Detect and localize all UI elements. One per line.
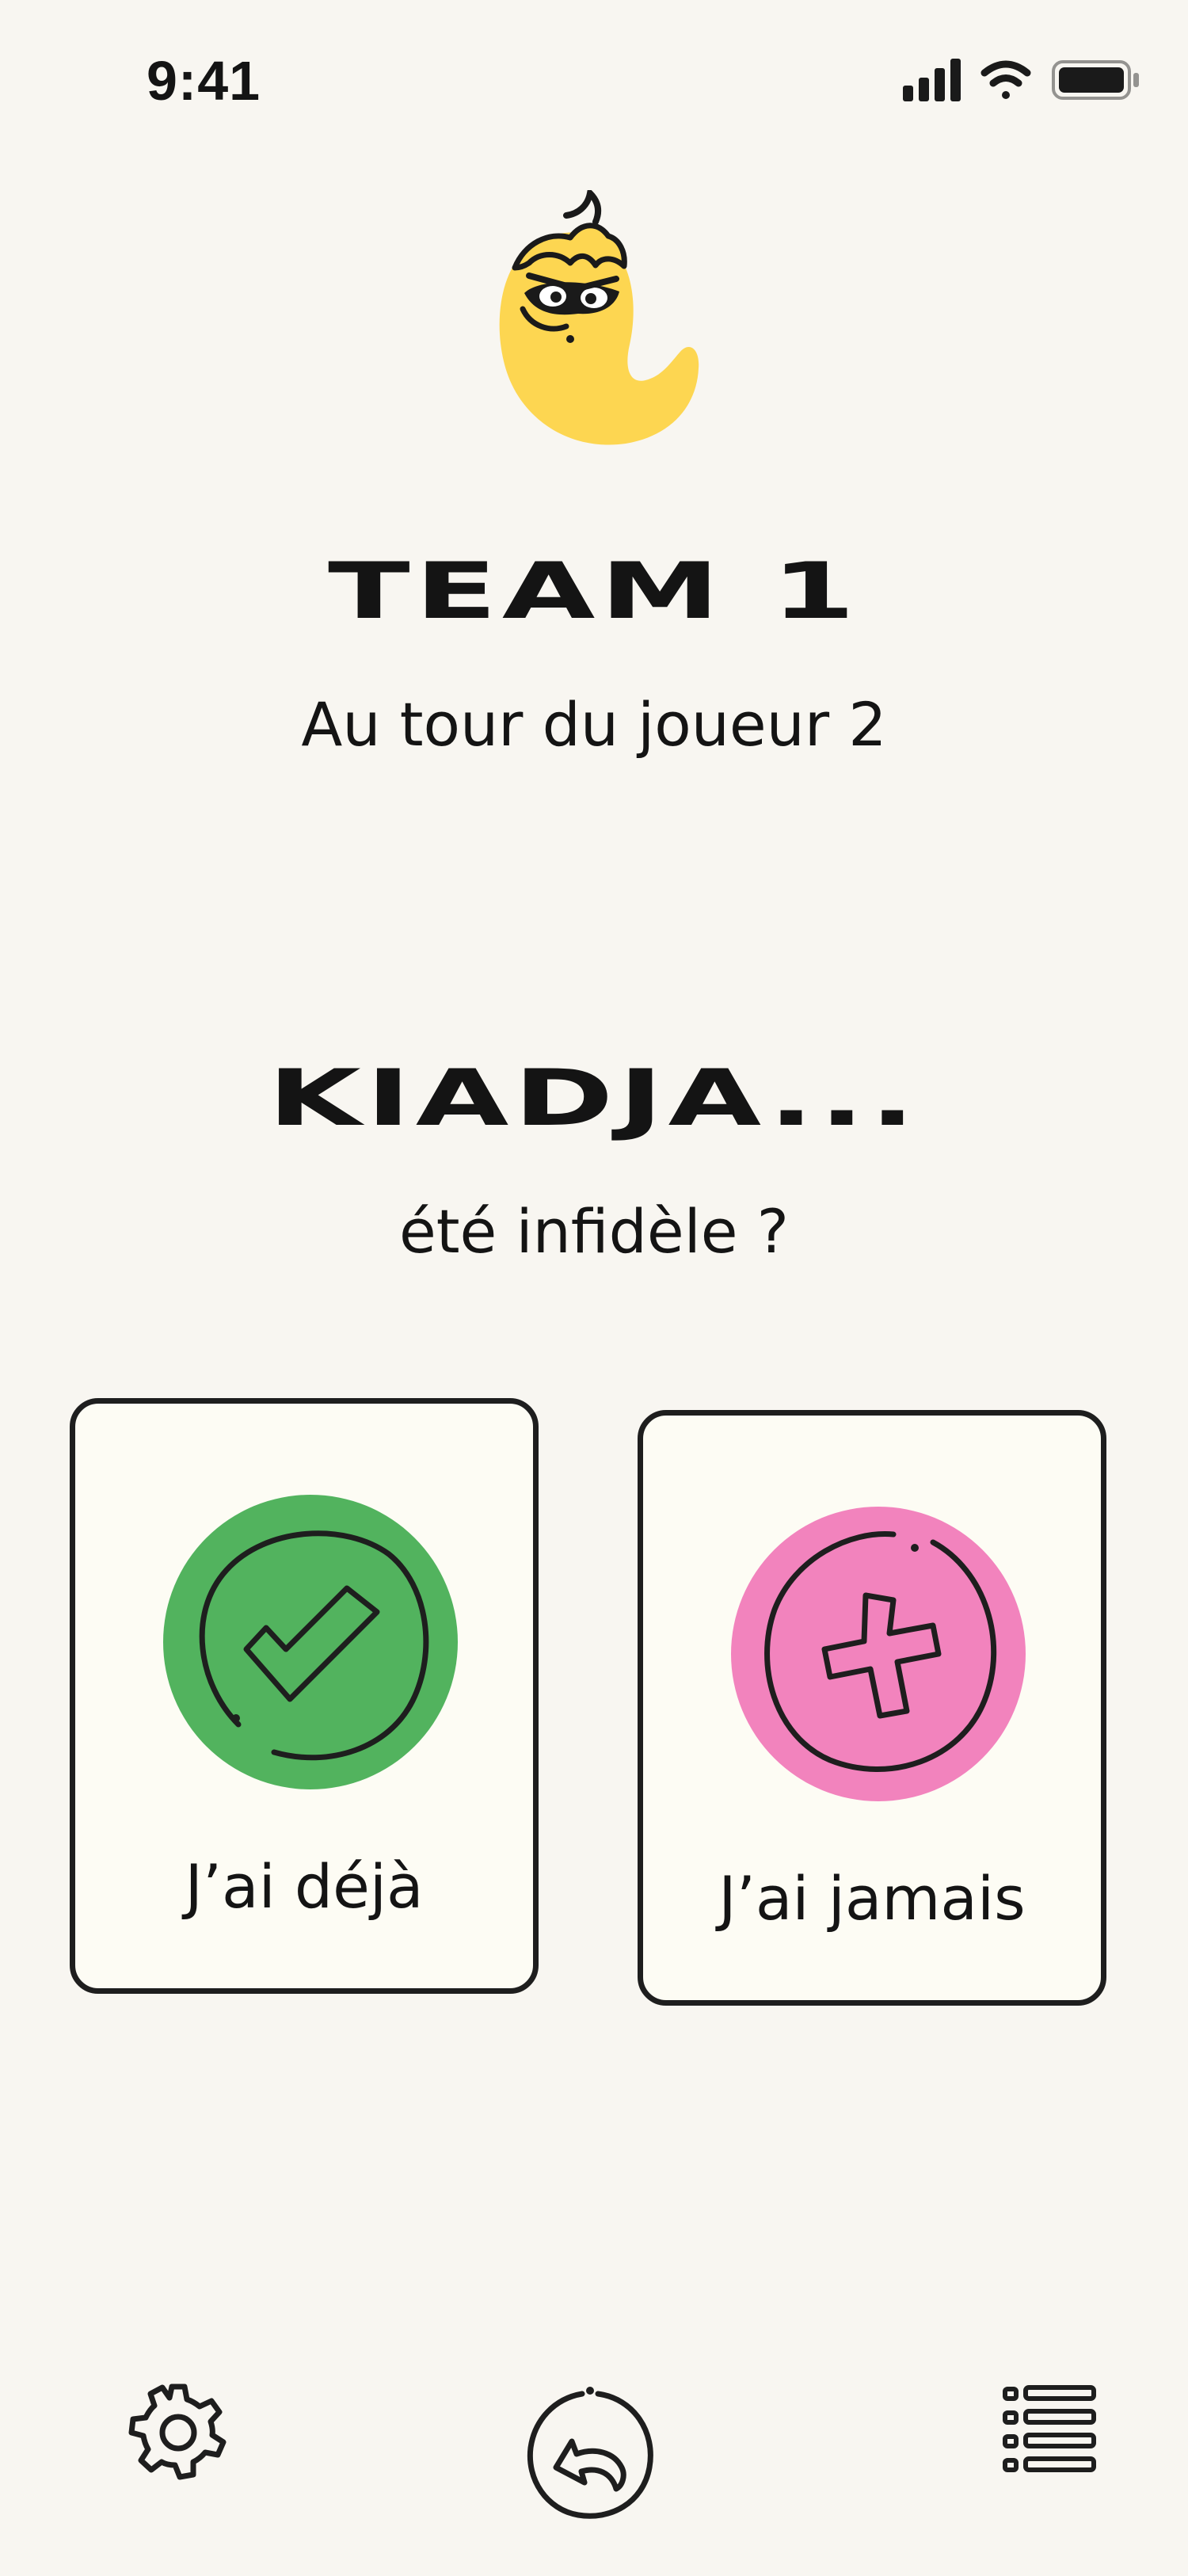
never-have-label: J’ai jamais — [718, 1863, 1026, 1934]
pepper-mascot-icon — [499, 190, 699, 445]
player-name: KIADJA... — [268, 1054, 920, 1144]
turn-indicator: Au tour du joueur 2 — [301, 689, 887, 760]
status-time: 9:41 — [147, 50, 261, 112]
wifi-icon — [980, 60, 1031, 99]
check-icon — [163, 1495, 458, 1789]
battery-icon — [1052, 60, 1139, 100]
already-have-label: J’ai déjà — [185, 1851, 424, 1922]
status-bar: 9:41 — [0, 0, 1188, 158]
cross-icon — [731, 1507, 1026, 1801]
list-icon[interactable] — [1002, 2384, 1097, 2475]
gear-icon[interactable] — [127, 2380, 230, 2483]
team-title: TEAM 1 — [328, 547, 860, 637]
already-have-button[interactable]: J’ai déjà — [70, 1398, 539, 1994]
signal-icon — [903, 59, 961, 101]
status-icons — [903, 59, 1139, 101]
never-have-button[interactable]: J’ai jamais — [638, 1410, 1106, 2006]
question-text: été infidèle ? — [399, 1196, 789, 1267]
undo-icon[interactable] — [523, 2384, 657, 2523]
